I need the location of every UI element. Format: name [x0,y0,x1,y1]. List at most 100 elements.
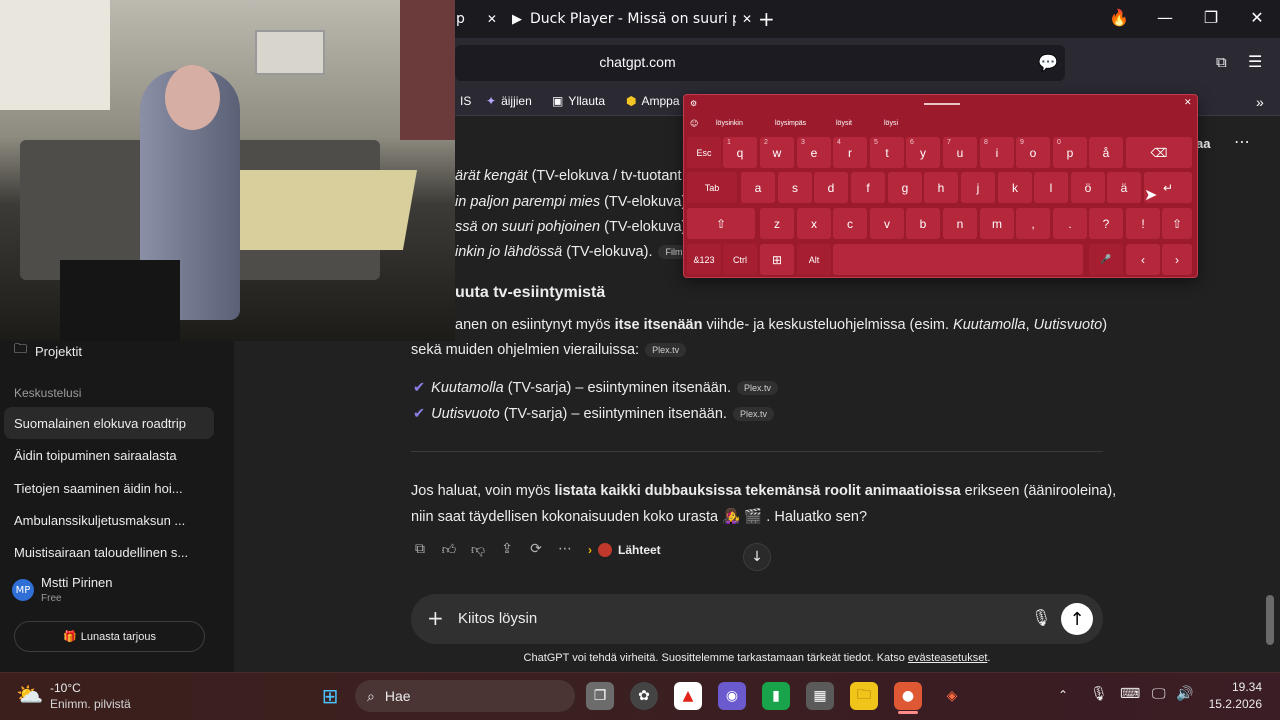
emoji-icon[interactable]: ☺ [690,119,698,128]
fire-icon[interactable]: 🔥 [1104,8,1134,27]
scroll-down-button[interactable]: ↓ [743,543,771,571]
key-u[interactable]: u7 [943,137,977,168]
menu-icon[interactable]: ☰ [1248,52,1262,71]
suggestion[interactable]: löysi [884,120,898,127]
key-?[interactable]: ? [1089,208,1123,239]
plus-icon[interactable]: + [427,606,444,630]
key-c[interactable]: c [833,208,867,239]
key-x[interactable]: x [797,208,831,239]
clock-date[interactable]: 15.2.2026 [1196,697,1262,711]
key-b[interactable]: b [906,208,940,239]
close-icon[interactable]: ✕ [487,12,497,26]
avatar[interactable]: MP [12,579,34,601]
key-Alt[interactable]: Alt [797,244,831,275]
keyboard-settings-icon[interactable]: ⚙ [690,99,697,108]
share-icon[interactable]: ⇪ [497,541,517,557]
calculator-icon[interactable]: ▦ [806,682,834,710]
key-![interactable]: ! [1126,208,1160,239]
weather-temp[interactable]: -10°C [50,681,81,695]
key-ö[interactable]: ö [1071,172,1105,203]
key-i[interactable]: i8 [980,137,1014,168]
user-name[interactable]: Mstti Pirinen [41,575,113,590]
suggestion[interactable]: löysit [836,120,852,127]
scrollbar-thumb[interactable] [1266,595,1274,645]
chevron-up-icon[interactable]: ⌃ [1058,688,1068,702]
duckduckgo-icon[interactable]: ● [894,682,922,710]
copy-icon[interactable]: ⧉ [1216,53,1227,71]
key-k[interactable]: k [998,172,1032,203]
key-Tab[interactable]: Tab [687,172,737,203]
source-chip[interactable]: Plex.tv [732,407,774,422]
thumbs-up-icon[interactable]: 👍︎ [439,541,459,558]
bookmark-aijjien[interactable]: ✦ äijjien [486,94,532,108]
regenerate-icon[interactable]: ⟳ [526,541,546,557]
keyboard-icon[interactable]: ⌨ [1120,686,1140,702]
key-v[interactable]: v [870,208,904,239]
weather-icon[interactable]: ⛅ [16,683,43,708]
microphone-icon[interactable]: 🎙 [1090,686,1108,702]
windows-start-icon[interactable]: ⊞ [316,682,344,710]
key-‹[interactable]: ‹ [1126,244,1160,275]
key-,[interactable]: , [1016,208,1050,239]
source-chip[interactable]: Plex.tv [645,343,687,358]
tab-chatgpt[interactable]: p ✕ [448,4,505,34]
more-icon[interactable]: ⋯ [555,541,575,557]
app-icon[interactable]: ◈ [938,682,966,710]
key-q[interactable]: q1 [723,137,757,168]
more-options-icon[interactable]: ⋯ [1234,132,1250,151]
send-button[interactable]: ↑ [1061,603,1093,635]
maximize-button[interactable]: ❐ [1196,8,1226,27]
bookmark-yllauta[interactable]: ▣ Yllauta [552,94,605,108]
key-›[interactable]: › [1162,244,1192,275]
share-button[interactable]: aa [1196,136,1210,151]
key-⇧[interactable]: ⇧ [687,208,755,239]
openai-icon[interactable]: ✿ [630,682,658,710]
key-.[interactable]: . [1053,208,1087,239]
file-explorer-icon[interactable]: 🗀 [850,682,878,710]
task-view-icon[interactable]: ❐ [586,682,614,710]
source-chip[interactable]: Plex.tv [736,381,778,396]
key-⌫[interactable]: ⌫ [1126,137,1192,168]
key-j[interactable]: j [961,172,995,203]
sources-button[interactable]: › Lähteet [588,543,661,557]
chevron-right-icon[interactable]: » [1256,94,1264,110]
chart-app-icon[interactable]: ▮ [762,682,790,710]
message-input[interactable]: Kiitos löysin [458,610,537,627]
chat-item[interactable]: Suomalainen elokuva roadtrip [4,407,214,439]
key-Ctrl[interactable]: Ctrl [723,244,757,275]
key-Esc[interactable]: Esc [687,137,721,168]
key-s[interactable]: s [778,172,812,203]
key-e[interactable]: e3 [797,137,831,168]
tab-duck-player[interactable]: ▶ Duck Player - Missä on suuri pohjo [504,4,736,34]
key-f[interactable]: f [851,172,885,203]
key-🎤[interactable]: 🎤 [1089,244,1123,275]
suggestion[interactable]: löysimpäs [775,120,806,127]
key-g[interactable]: g [888,172,922,203]
key-z[interactable]: z [760,208,794,239]
url-text[interactable]: chatgpt.com [455,54,820,70]
cookie-settings-link[interactable]: evästeasetukset [908,652,988,664]
keyboard-close-button[interactable]: ✕ [1184,98,1192,108]
capture-icon[interactable]: ◉ [718,682,746,710]
new-tab-button[interactable]: + [750,4,783,34]
clock-time[interactable]: 19.34 [1200,680,1262,694]
microphone-icon[interactable]: 🎙 [1031,608,1051,627]
chat-icon[interactable]: 💬 [1038,53,1058,72]
key-ä[interactable]: ä [1107,172,1141,203]
key-n[interactable]: n [943,208,977,239]
key-m[interactable]: m [980,208,1014,239]
key-w[interactable]: w2 [760,137,794,168]
key-t[interactable]: t5 [870,137,904,168]
chat-item[interactable]: Ambulanssikuljetusmaksun ... [4,504,214,536]
key-p[interactable]: p0 [1053,137,1087,168]
key-d[interactable]: d [814,172,848,203]
close-window-button[interactable]: ✕ [1242,8,1272,27]
network-icon[interactable]: 🖵 [1152,686,1166,702]
key-⊞[interactable]: ⊞ [760,244,794,275]
key-å[interactable]: å [1089,137,1123,168]
chat-item[interactable]: Muistisairaan taloudellinen s... [4,536,214,568]
minimize-button[interactable]: — [1150,8,1180,27]
key-r[interactable]: r4 [833,137,867,168]
weather-desc[interactable]: Enimm. pilvistä [50,697,131,711]
bookmark-amppa[interactable]: ⬢ Amppa [626,94,680,108]
